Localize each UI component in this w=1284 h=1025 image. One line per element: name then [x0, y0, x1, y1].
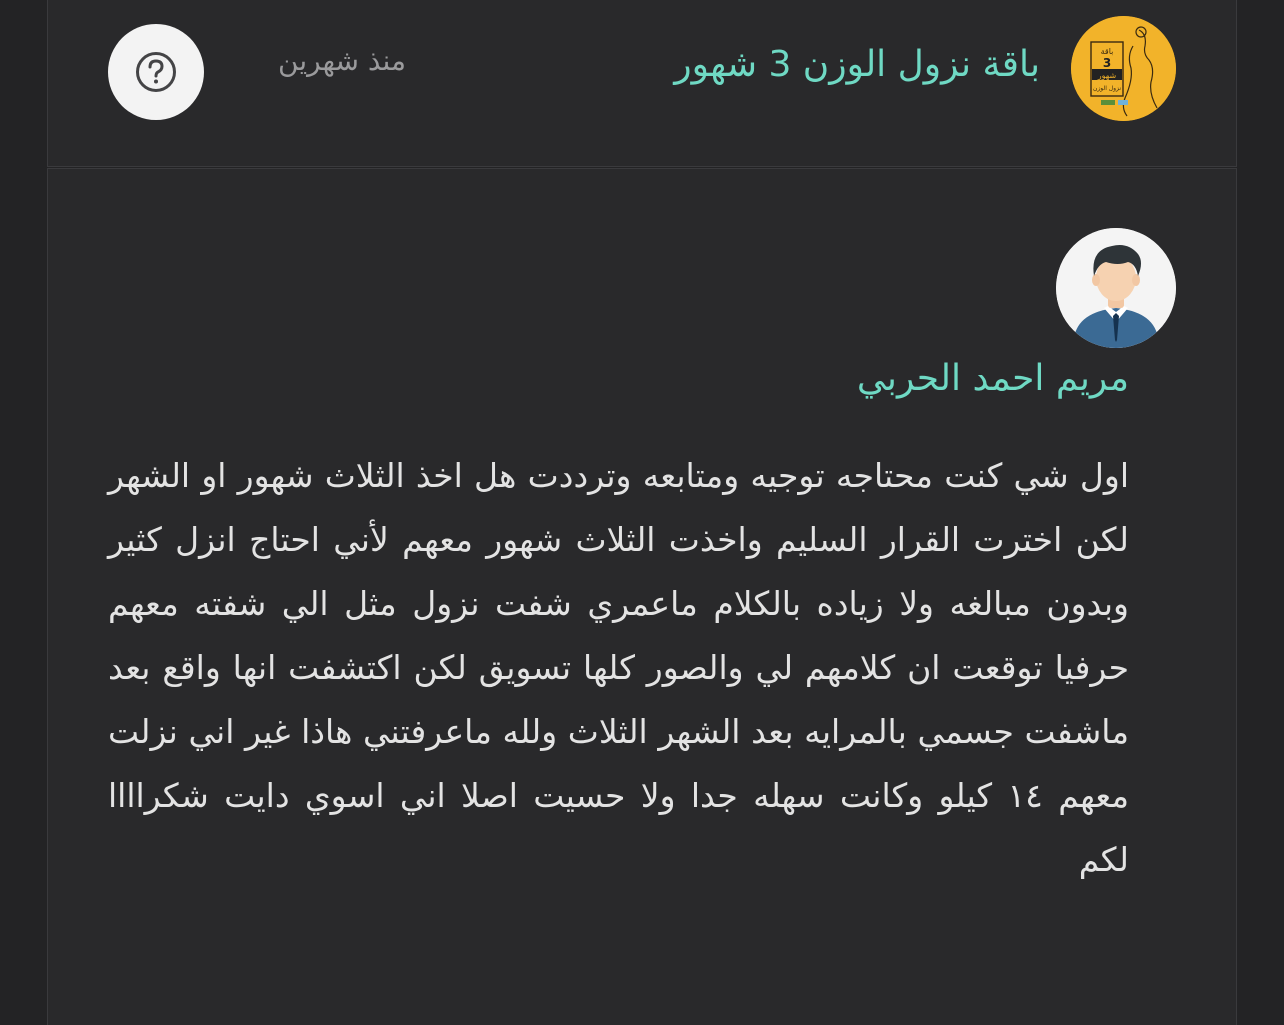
thumb-text-bottom: نزول الوزن: [1093, 85, 1121, 92]
product-title[interactable]: باقة نزول الوزن 3 شهور: [674, 44, 1040, 85]
thumb-text-number: 3: [1103, 56, 1111, 70]
question-mark-icon: [136, 52, 176, 92]
product-package-icon: باقة 3 شهور نزول الوزن: [1071, 16, 1176, 121]
thumb-text-top: باقة: [1101, 47, 1114, 56]
product-package-image[interactable]: باقة 3 شهور نزول الوزن: [1071, 16, 1176, 121]
user-avatar-icon: [1056, 228, 1176, 348]
review-page: باقة 3 شهور نزول الوزن باقة نزول الوزن 3…: [0, 0, 1284, 1025]
product-header-card: [47, 0, 1237, 167]
review-timestamp: منذ شهرين: [278, 44, 406, 77]
reviewer-avatar: [1056, 228, 1176, 348]
thumb-text-middle: شهور: [1097, 71, 1117, 80]
review-body: اول شي كنت محتاجه توجيه ومتابعه وترددت ه…: [108, 456, 1129, 879]
help-button[interactable]: [108, 24, 204, 120]
reviewer-name: مريم احمد الحربي: [856, 358, 1129, 399]
